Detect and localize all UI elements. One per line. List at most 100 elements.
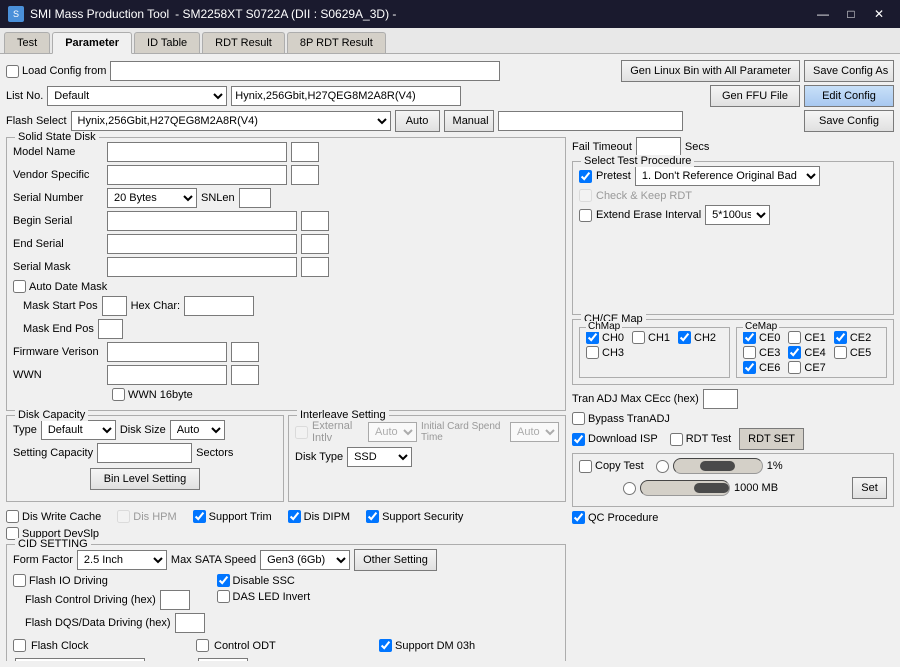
save-config-button[interactable]: Save Config — [804, 110, 894, 132]
max-sata-select[interactable]: Gen3 (6Gb) — [260, 550, 350, 570]
copy-mb-radio[interactable] — [623, 482, 636, 495]
end-serial-input[interactable]: AA9999999999999999999 — [107, 234, 297, 254]
save-config-as-button[interactable]: Save Config As — [804, 60, 894, 82]
control-odt-checkbox[interactable] — [196, 639, 209, 652]
external-intlv-checkbox[interactable] — [295, 426, 308, 439]
solid-state-disk-section: Solid State Disk Model Name SSD 40 Vendo… — [6, 137, 566, 411]
serial-mask-input[interactable]: AA################ — [107, 257, 297, 277]
minimize-button[interactable]: — — [810, 4, 836, 24]
flash-clock-select[interactable]: 193.75MHz (DDR-38) — [15, 658, 145, 661]
tab-rdt-result[interactable]: RDT Result — [202, 32, 285, 53]
serial-num-label: Serial Number — [13, 192, 103, 204]
dis-write-cache-checkbox[interactable] — [6, 510, 19, 523]
ch1-checkbox[interactable] — [632, 331, 645, 344]
ch0-checkbox[interactable] — [586, 331, 599, 344]
qc-procedure-checkbox[interactable] — [572, 511, 585, 524]
disk-type-label: Disk Type — [295, 451, 343, 463]
type-select[interactable]: Default — [41, 420, 116, 440]
dis-dipm-label: Dis DIPM — [304, 511, 350, 523]
rdt-set-button[interactable]: RDT SET — [739, 428, 804, 450]
control-odt-select[interactable]: 02h — [198, 658, 248, 661]
download-isp-checkbox[interactable] — [572, 433, 585, 446]
flash-dqs-input[interactable]: 77 — [175, 613, 205, 633]
gen-ffu-button[interactable]: Gen FFU File — [710, 85, 800, 107]
ce1-label: CE1 — [804, 332, 825, 344]
auto-button[interactable]: Auto — [395, 110, 440, 132]
disk-type-select[interactable]: SSD — [347, 447, 412, 467]
manual-button[interactable]: Manual — [444, 110, 494, 132]
firmware-input[interactable] — [107, 342, 227, 362]
flash-clock-checkbox[interactable] — [13, 639, 26, 652]
snlen-input[interactable]: 20 — [239, 188, 271, 208]
wwn16-checkbox[interactable] — [112, 388, 125, 401]
rdt-test-label: RDT Test — [686, 433, 731, 445]
ce0-checkbox[interactable] — [743, 331, 756, 344]
flash-control-input[interactable]: 77 — [160, 590, 190, 610]
model-name-input[interactable]: SSD — [107, 142, 287, 162]
extend-erase-checkbox[interactable] — [579, 209, 592, 222]
set-button[interactable]: Set — [852, 477, 887, 499]
disk-size-select[interactable]: Auto — [170, 420, 225, 440]
close-button[interactable]: ✕ — [866, 4, 892, 24]
ch3-checkbox[interactable] — [586, 346, 599, 359]
ce6-checkbox[interactable] — [743, 361, 756, 374]
auto-date-mask-checkbox[interactable] — [13, 280, 26, 293]
support-trim-checkbox[interactable] — [193, 510, 206, 523]
support-dm03h-checkbox[interactable] — [379, 639, 392, 652]
interleave-section: Interleave Setting External Intlv Auto I… — [288, 415, 566, 502]
pretest-checkbox[interactable] — [579, 170, 592, 183]
external-intlv-select[interactable]: Auto — [368, 422, 417, 442]
copy-pct-radio[interactable] — [656, 460, 669, 473]
tab-8p-rdt-result[interactable]: 8P RDT Result — [287, 32, 386, 53]
wwn-input[interactable] — [107, 365, 227, 385]
other-setting-button[interactable]: Other Setting — [354, 549, 437, 571]
copy-test-checkbox[interactable] — [579, 460, 592, 473]
disable-ssc-checkbox[interactable] — [217, 574, 230, 587]
begin-serial-len: 20 — [301, 211, 329, 231]
mask-start-pos-input[interactable]: 4 — [102, 296, 127, 316]
ce1-checkbox[interactable] — [788, 331, 801, 344]
fail-timeout-input[interactable]: 600 — [636, 137, 681, 157]
tab-id-table[interactable]: ID Table — [134, 32, 200, 53]
sectors-label: Sectors — [196, 447, 233, 459]
check-keep-rdt-checkbox[interactable] — [579, 189, 592, 202]
load-config-path[interactable] — [110, 61, 500, 81]
mask-end-pos-input[interactable]: 7 — [98, 319, 123, 339]
initial-card-select[interactable]: Auto — [510, 422, 559, 442]
maximize-button[interactable]: □ — [838, 4, 864, 24]
flash-control-label: Flash Control Driving (hex) — [25, 594, 156, 606]
edit-config-button[interactable]: Edit Config — [804, 85, 894, 107]
extend-erase-select[interactable]: 5*100us — [705, 205, 770, 225]
pretest-select[interactable]: 1. Don't Reference Original Bad — [635, 166, 820, 186]
ce4-checkbox[interactable] — [788, 346, 801, 359]
ce3-checkbox[interactable] — [743, 346, 756, 359]
ce2-checkbox[interactable] — [834, 331, 847, 344]
begin-serial-input[interactable]: AA000000000000000427 — [107, 211, 297, 231]
das-led-invert-checkbox[interactable] — [217, 590, 230, 603]
rdt-test-checkbox[interactable] — [670, 433, 683, 446]
dis-hpm-checkbox[interactable] — [117, 510, 130, 523]
ce5-checkbox[interactable] — [834, 346, 847, 359]
form-factor-select[interactable]: 2.5 Inch — [77, 550, 167, 570]
ch2-checkbox[interactable] — [678, 331, 691, 344]
flash-select[interactable]: Hynix,256Gbit,H27QEG8M2A8R(V4) — [71, 111, 391, 131]
serial-num-select[interactable]: 20 Bytes — [107, 188, 197, 208]
setting-cap-input[interactable]: 1073741824 — [97, 443, 192, 463]
tran-adj-label: Tran ADJ Max CEcc (hex) — [572, 393, 699, 405]
bin-level-button[interactable]: Bin Level Setting — [90, 468, 200, 490]
bypass-tranadj-checkbox[interactable] — [572, 412, 585, 425]
gen-linux-bin-button[interactable]: Gen Linux Bin with All Parameter — [621, 60, 800, 82]
hex-char-input[interactable] — [184, 296, 254, 316]
support-security-checkbox[interactable] — [366, 510, 379, 523]
load-config-checkbox[interactable] — [6, 65, 19, 78]
ce7-checkbox[interactable] — [788, 361, 801, 374]
copy-test-mb: 1000 MB — [734, 482, 778, 494]
dis-dipm-checkbox[interactable] — [288, 510, 301, 523]
list-no-select[interactable]: Default — [47, 86, 227, 106]
flash-io-driving-checkbox[interactable] — [13, 574, 26, 587]
vendor-input[interactable]: SMI 2258XT PROJECT — [107, 165, 287, 185]
tab-parameter[interactable]: Parameter — [52, 32, 132, 54]
tab-test[interactable]: Test — [4, 32, 50, 53]
tran-adj-input[interactable]: 0 — [703, 389, 738, 409]
ce6-label: CE6 — [759, 362, 780, 374]
